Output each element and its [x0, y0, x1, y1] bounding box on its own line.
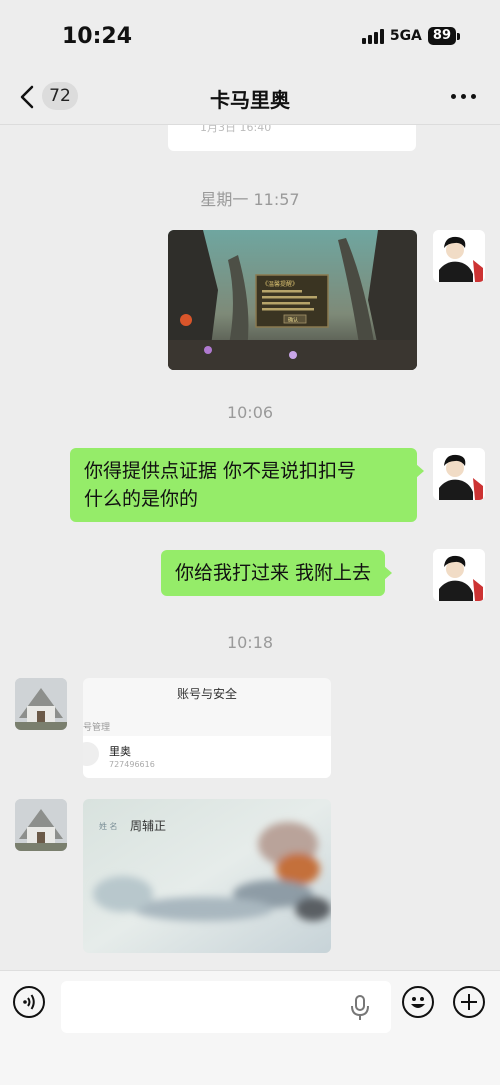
screenshot-section: 号管理: [83, 723, 111, 733]
timestamp: 10:06: [226, 403, 274, 422]
status-time: 10:24: [62, 24, 133, 49]
signal-icon: [361, 28, 384, 44]
game-dialog-button: 确认: [288, 317, 298, 324]
battery-icon: 89: [427, 27, 460, 45]
game-dialog-title: 《温馨提醒》: [262, 280, 298, 288]
screenshot-account-number: 727496616: [109, 760, 155, 769]
timestamp: 10:18: [226, 633, 274, 652]
plus-icon[interactable]: [453, 986, 485, 1018]
previous-card-time: 1月3日 16:40: [200, 125, 272, 134]
my-avatar[interactable]: [433, 230, 485, 282]
voice-input-icon[interactable]: [13, 986, 45, 1018]
my-avatar[interactable]: [433, 448, 485, 500]
message-text-line: 什么的是你的: [84, 488, 199, 510]
screenshot-account-name: 里奥: [109, 745, 131, 758]
message-input[interactable]: [61, 981, 391, 1033]
account-security-screenshot[interactable]: 账号与安全 号管理 里奥 727496616: [83, 678, 331, 778]
input-bar: [0, 970, 500, 1085]
id-name-label: 姓 名: [99, 822, 118, 831]
battery-level: 89: [427, 27, 456, 45]
nav-bar: 72 卡马里奥: [0, 70, 500, 125]
id-name-value: 周辅正: [130, 819, 167, 833]
status-icons: 5GA 89: [361, 27, 460, 45]
network-type: 5GA: [389, 28, 422, 44]
microphone-icon[interactable]: [350, 995, 370, 1021]
game-screenshot-image[interactable]: 《温馨提醒》 确认: [168, 230, 417, 370]
message-text-line: 你得提供点证据 你不是说扣扣号: [84, 460, 357, 482]
message-text: 你给我打过来 我附上去: [175, 562, 372, 584]
my-avatar[interactable]: [433, 549, 485, 601]
more-icon[interactable]: [451, 94, 476, 99]
message-bubble[interactable]: 你得提供点证据 你不是说扣扣号 什么的是你的: [70, 448, 424, 522]
previous-message-card[interactable]: 1月3日 16:40: [168, 125, 416, 151]
screenshot-title: 账号与安全: [176, 687, 237, 701]
timestamp: 星期一 11:57: [200, 190, 300, 209]
contact-avatar[interactable]: [15, 799, 67, 851]
chat-area[interactable]: 1月3日 16:40 星期一 11:57 《温馨提醒》 确认 10:06 你得提…: [0, 125, 500, 970]
status-bar: 10:24 5GA 89: [0, 0, 500, 70]
contact-avatar[interactable]: [15, 678, 67, 730]
emoji-icon[interactable]: [402, 986, 434, 1018]
message-bubble[interactable]: 你给我打过来 我附上去: [161, 550, 393, 596]
blurred-id-card-image[interactable]: 姓 名 周辅正: [83, 799, 331, 953]
chat-title: 卡马里奥: [210, 88, 290, 112]
